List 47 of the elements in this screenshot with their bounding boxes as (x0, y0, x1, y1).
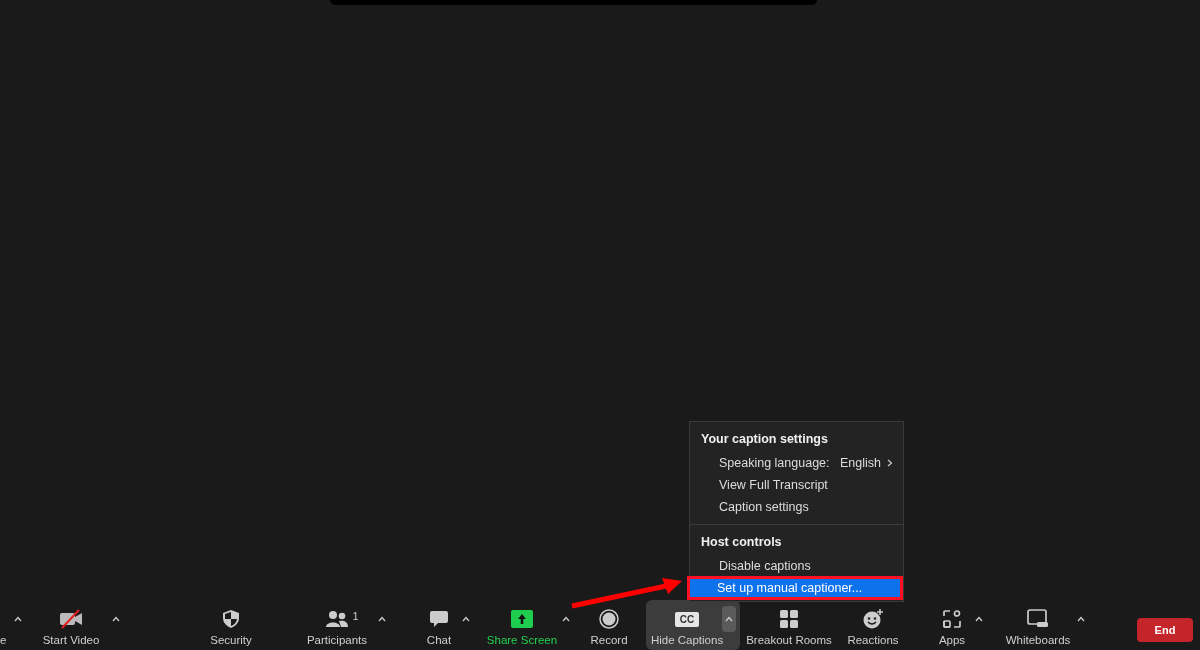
caret-up-icon (14, 616, 22, 622)
caret-up-icon (1077, 616, 1085, 622)
toolbar-button[interactable]: Share Screen (485, 600, 559, 650)
menu-item[interactable]: View Full Transcript (690, 474, 903, 496)
toolbar-button[interactable]: Breakout Rooms (744, 600, 834, 650)
toolbar-button[interactable]: Record (587, 600, 631, 650)
whiteboard-icon (1027, 609, 1049, 629)
menu-item[interactable]: Caption settings (690, 496, 903, 518)
menu-item[interactable]: Set up manual captioner... (688, 577, 902, 599)
record-icon (599, 609, 619, 629)
toolbar-button[interactable]: e (0, 600, 9, 650)
end-button[interactable]: End (1137, 618, 1193, 642)
people-icon (325, 610, 350, 628)
menu-heading: Your caption settings (700, 431, 829, 448)
caret-up-icon (562, 616, 570, 622)
share-screen-icon (511, 610, 533, 628)
speech-bubble-icon (429, 610, 449, 628)
menu-item-label: Set up manual captioner... (717, 581, 863, 595)
toolbar-button[interactable]: Chat (419, 600, 459, 650)
toolbar-button[interactable]: Reactions (842, 600, 904, 650)
apps-icon (942, 609, 962, 629)
caret-up-icon (462, 616, 470, 622)
toolbar-button[interactable]: Apps (932, 600, 972, 650)
video-off-icon (58, 609, 84, 629)
smiley-plus-icon (862, 608, 884, 630)
toolbar-button[interactable]: Whiteboards (1002, 600, 1074, 650)
menu-item-label: Speaking language: (719, 456, 830, 470)
toolbar-button[interactable]: CC Hide Captions (652, 600, 722, 650)
menu-item-value: English (840, 456, 881, 470)
menu-item[interactable]: Disable captions (690, 555, 903, 577)
menu-heading: Host controls (700, 534, 783, 551)
caret-up-icon (975, 616, 983, 622)
caret-up-icon (725, 616, 733, 622)
cc-icon: CC (674, 611, 700, 627)
toolbar-button[interactable]: 1 Participants (299, 600, 375, 650)
options-button[interactable] (722, 606, 736, 632)
caret-up-icon (378, 616, 386, 622)
participant-count: 1 (352, 610, 359, 622)
toolbar-button[interactable]: Start Video (33, 600, 109, 650)
menu-item-label: View Full Transcript (719, 478, 828, 492)
caret-up-icon (112, 616, 120, 622)
menu-item-label: Disable captions (719, 559, 811, 573)
toolbar-button[interactable]: Security (201, 600, 261, 650)
menu-item[interactable]: Speaking language: English (690, 452, 903, 474)
menu-item-label: Caption settings (719, 500, 809, 514)
grid-icon (779, 609, 799, 629)
shield-icon (222, 609, 240, 629)
